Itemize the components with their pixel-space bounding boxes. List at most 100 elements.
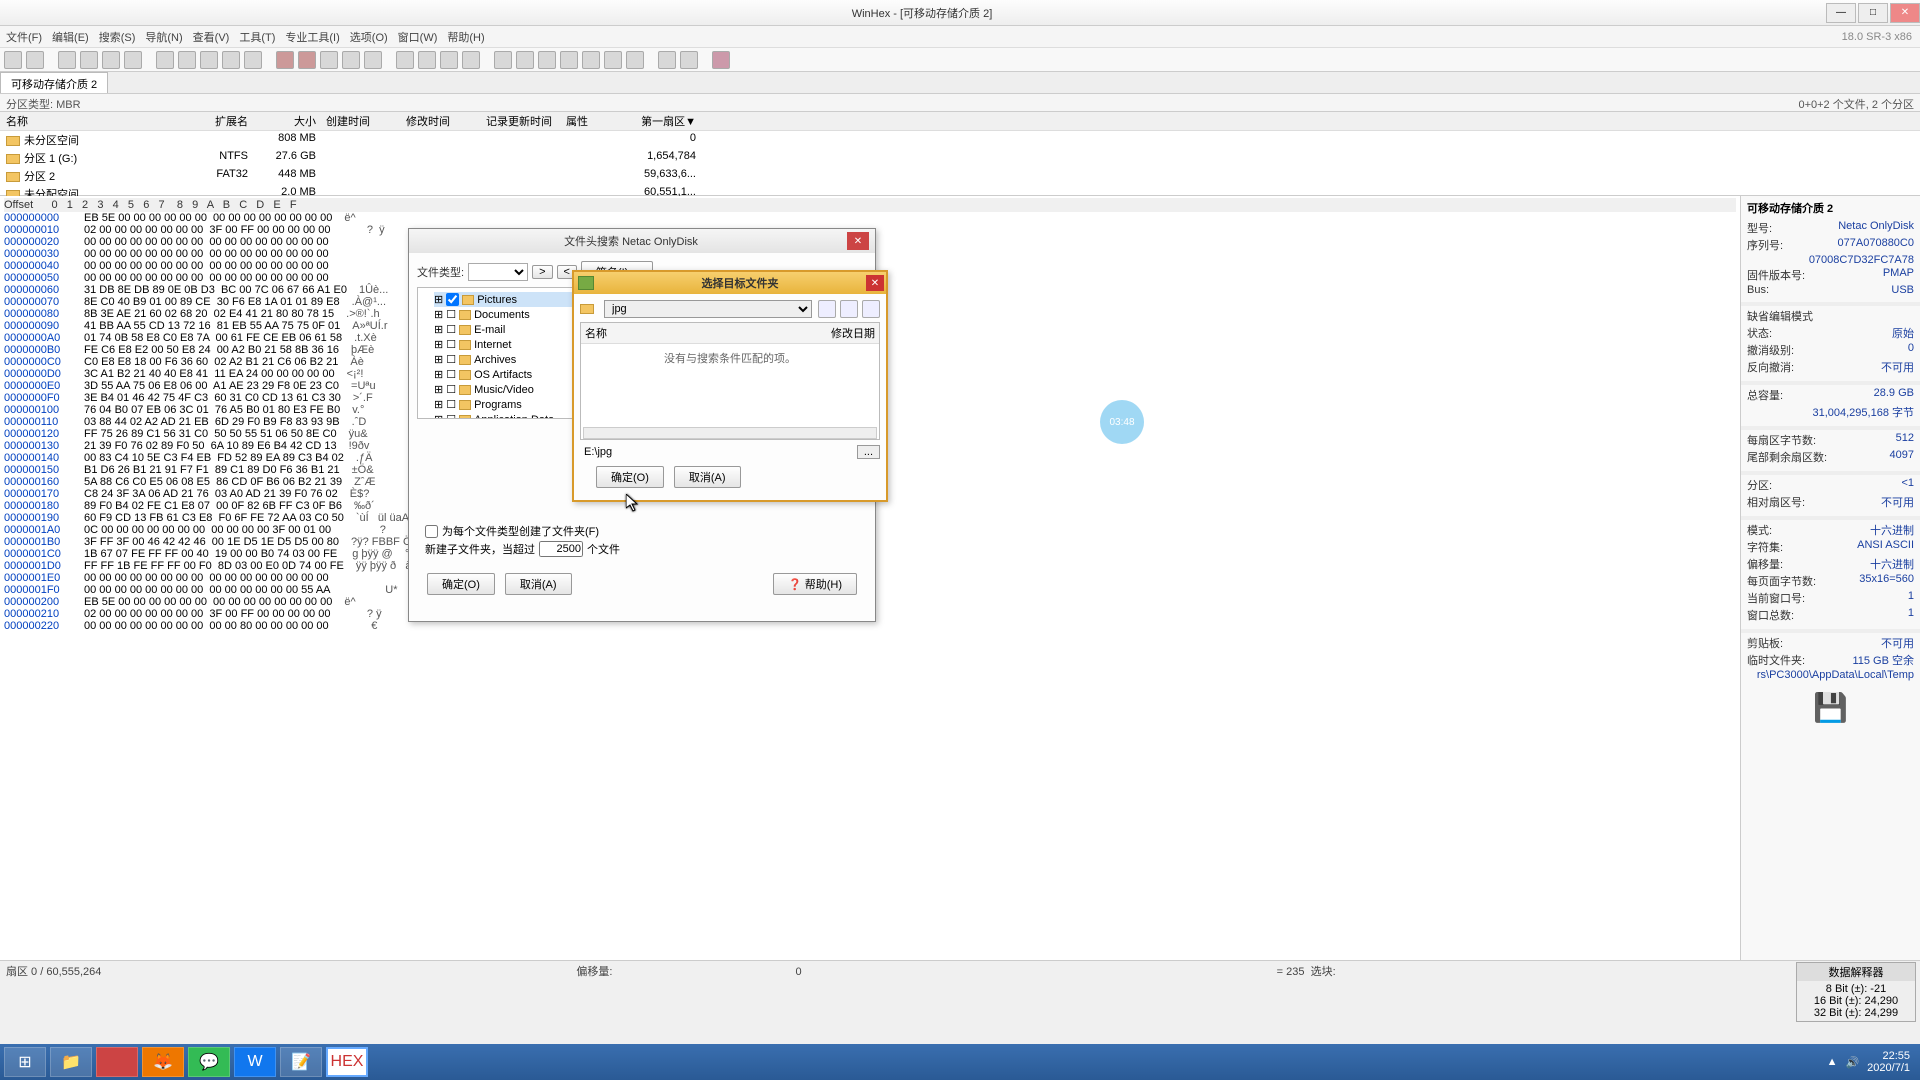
hex-header: Offset 0 1 2 3 4 5 6 7 8 9 A B C D E F	[4, 198, 1736, 212]
toolbar-icon[interactable]	[244, 51, 262, 69]
winhex-taskbar-button[interactable]: HEX	[326, 1047, 368, 1077]
col-created[interactable]: 创建时间	[326, 113, 406, 129]
arrow-right-icon[interactable]	[680, 51, 698, 69]
partition-row[interactable]: 分区 1 (G:)NTFS27.6 GB1,654,784	[0, 149, 1920, 167]
toolbar-icon[interactable]	[516, 51, 534, 69]
folder-list[interactable]: 名称修改日期 没有与搜索条件匹配的项。	[580, 322, 880, 440]
firefox-button[interactable]: 🦊	[142, 1047, 184, 1077]
arrow-icon[interactable]	[418, 51, 436, 69]
info-row: 每页面字节数:35x16=560	[1747, 573, 1914, 589]
scrollbar[interactable]	[583, 427, 877, 439]
menu-edit[interactable]: 编辑(E)	[52, 29, 89, 45]
data-interpreter-panel[interactable]: 数据解释器 8 Bit (±): -21 16 Bit (±): 24,290 …	[1796, 962, 1916, 1022]
toolbar-icon[interactable]	[26, 51, 44, 69]
subfolder-count-input[interactable]	[539, 541, 583, 557]
partition-type-label: 分区类型: MBR	[6, 96, 81, 109]
binoculars-icon[interactable]	[298, 51, 316, 69]
menu-search[interactable]: 搜索(S)	[99, 29, 136, 45]
arrow-icon[interactable]	[396, 51, 414, 69]
info-sidebar: 可移动存储介质 2 型号:Netac OnlyDisk序列号:077A07088…	[1740, 196, 1920, 960]
info-row: 07008C7D32FC7A78	[1747, 254, 1914, 266]
col-date[interactable]: 修改日期	[831, 325, 875, 341]
info-row: 模式:十六进制	[1747, 522, 1914, 538]
col-modified[interactable]: 修改时间	[406, 113, 486, 129]
partition-row[interactable]: 分区 2FAT32448 MB59,633,6...	[0, 167, 1920, 185]
menu-nav[interactable]: 导航(N)	[145, 29, 182, 45]
toolbar-icon[interactable]	[178, 51, 196, 69]
toolbar-icon[interactable]	[102, 51, 120, 69]
toolbar-icon[interactable]	[58, 51, 76, 69]
toolbar-icon[interactable]	[4, 51, 22, 69]
toolbar-icon[interactable]	[560, 51, 578, 69]
hex-row[interactable]: 000000000EB 5E 00 00 00 00 00 00 00 00 0…	[4, 212, 1736, 224]
toolbar-icon[interactable]	[604, 51, 622, 69]
tray-icon[interactable]: 🔊	[1845, 1056, 1859, 1069]
menu-tools[interactable]: 工具(T)	[239, 29, 275, 45]
tray-icon[interactable]: ▲	[1827, 1056, 1838, 1068]
folder-combo[interactable]: jpg	[604, 300, 812, 318]
info-row: 序列号:077A070880C0	[1747, 237, 1914, 253]
maximize-button[interactable]: □	[1858, 3, 1888, 23]
system-tray[interactable]: ▲ 🔊 22:552020/7/1	[1827, 1050, 1916, 1074]
dialog1-cancel-button[interactable]: 取消(A)	[505, 573, 572, 595]
notepad-button[interactable]: 📝	[280, 1047, 322, 1077]
toolbar-icon[interactable]	[342, 51, 360, 69]
up-folder-icon[interactable]	[840, 300, 858, 318]
col-ext[interactable]: 扩展名	[196, 113, 256, 129]
toolbar-icon[interactable]	[582, 51, 600, 69]
menu-help[interactable]: 帮助(H)	[447, 29, 484, 45]
col-name[interactable]: 名称	[585, 325, 831, 341]
filetype-select[interactable]	[468, 263, 528, 281]
hex-app-icon	[578, 276, 594, 290]
dialog2-title: 选择目标文件夹	[598, 275, 882, 291]
browse-button[interactable]: ...	[857, 445, 880, 459]
col-name[interactable]: 名称	[6, 113, 196, 129]
dialog2-cancel-button[interactable]: 取消(A)	[674, 466, 741, 488]
toolbar-icon[interactable]	[364, 51, 382, 69]
explorer-button[interactable]: 📁	[50, 1047, 92, 1077]
toolbar-icon[interactable]	[80, 51, 98, 69]
toolbar-icon[interactable]	[712, 51, 730, 69]
toolbar-icon[interactable]	[222, 51, 240, 69]
app-button[interactable]	[96, 1047, 138, 1077]
dialog1-help-button[interactable]: ❓ 帮助(H)	[773, 573, 857, 595]
menu-file[interactable]: 文件(F)	[6, 29, 42, 45]
dialog2-ok-button[interactable]: 确定(O)	[596, 466, 664, 488]
info-row: 临时文件夹:115 GB 空余	[1747, 652, 1914, 668]
dialog2-close-button[interactable]: ✕	[866, 275, 884, 291]
gt-button[interactable]: >	[532, 265, 552, 279]
minimize-button[interactable]: —	[1826, 3, 1856, 23]
col-firstsector[interactable]: 第一扇区▼	[616, 113, 696, 129]
arrow-left-icon[interactable]	[658, 51, 676, 69]
toolbar-icon[interactable]	[320, 51, 338, 69]
menu-view[interactable]: 查看(V)	[193, 29, 230, 45]
dialog1-ok-button[interactable]: 确定(O)	[427, 573, 495, 595]
wps-button[interactable]: W	[234, 1047, 276, 1077]
create-folder-checkbox[interactable]	[425, 525, 438, 538]
toolbar-icon[interactable]	[538, 51, 556, 69]
col-attr[interactable]: 属性	[566, 113, 616, 129]
toolbar-icon[interactable]	[200, 51, 218, 69]
col-size[interactable]: 大小	[256, 113, 326, 129]
toolbar-icon[interactable]	[124, 51, 142, 69]
close-button[interactable]: ✕	[1890, 3, 1920, 23]
partition-row[interactable]: 未分区空间808 MB0	[0, 131, 1920, 149]
wechat-button[interactable]: 💬	[188, 1047, 230, 1077]
menu-window[interactable]: 窗口(W)	[398, 29, 438, 45]
arrow-icon[interactable]	[462, 51, 480, 69]
tab-disk[interactable]: 可移动存储介质 2	[0, 72, 108, 93]
menu-protools[interactable]: 专业工具(I)	[285, 29, 339, 45]
col-record[interactable]: 记录更新时间	[486, 113, 566, 129]
menu-options[interactable]: 选项(O)	[350, 29, 388, 45]
taskbar: ⊞ 📁 🦊 💬 W 📝 HEX ▲ 🔊 22:552020/7/1	[0, 1044, 1920, 1080]
start-button[interactable]: ⊞	[4, 1047, 46, 1077]
refresh-icon[interactable]	[818, 300, 836, 318]
binoculars-icon[interactable]	[276, 51, 294, 69]
arrow-icon[interactable]	[440, 51, 458, 69]
toolbar-icon[interactable]	[494, 51, 512, 69]
dialog1-close-button[interactable]: ✕	[847, 232, 869, 250]
selected-path: E:\jpg	[580, 444, 853, 460]
toolbar-icon[interactable]	[626, 51, 644, 69]
new-folder-icon[interactable]	[862, 300, 880, 318]
toolbar-icon[interactable]	[156, 51, 174, 69]
